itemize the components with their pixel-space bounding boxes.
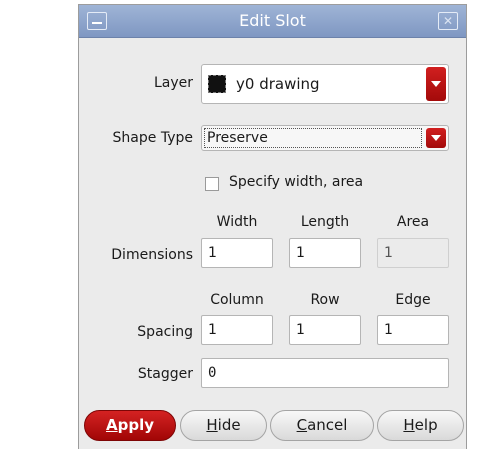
title-bar[interactable]: Edit Slot ✕ — [79, 5, 466, 38]
window-title: Edit Slot — [239, 11, 306, 30]
row-spacing-input[interactable]: 1 — [289, 315, 361, 345]
chevron-down-icon[interactable] — [426, 128, 446, 148]
edge-header: Edge — [395, 292, 431, 308]
apply-label: pply — [117, 416, 154, 434]
dimensions-label: Dimensions — [111, 247, 193, 263]
dialog-body: Layer y0 drawing Shape Type Preserve Spe… — [79, 38, 466, 449]
column-spacing-input[interactable]: 1 — [201, 315, 273, 345]
shape-type-label: Shape Type — [112, 130, 193, 146]
edge-spacing-input[interactable]: 1 — [377, 315, 449, 345]
help-button[interactable]: Help — [377, 410, 464, 441]
area-input: 1 — [377, 238, 449, 268]
layer-select-value: y0 drawing — [236, 75, 320, 93]
close-icon[interactable]: ✕ — [438, 12, 458, 30]
apply-button[interactable]: Apply — [84, 410, 176, 441]
width-header: Width — [216, 214, 258, 230]
stagger-input[interactable]: 0 — [201, 358, 449, 388]
shape-type-select[interactable]: Preserve — [201, 125, 449, 151]
area-header: Area — [396, 214, 430, 230]
shape-type-value: Preserve — [204, 128, 422, 148]
hide-label: ide — [217, 416, 241, 434]
specify-width-area-label[interactable]: Specify width, area — [229, 174, 363, 190]
help-mnemonic: H — [403, 416, 415, 434]
width-input[interactable]: 1 — [201, 238, 273, 268]
spacing-label: Spacing — [137, 324, 193, 340]
help-label: elp — [414, 416, 438, 434]
hide-button[interactable]: Hide — [180, 410, 267, 441]
cancel-mnemonic: C — [296, 416, 308, 434]
length-input[interactable]: 1 — [289, 238, 361, 268]
hide-mnemonic: H — [206, 416, 218, 434]
stagger-label: Stagger — [137, 366, 193, 382]
layer-swatch-icon — [208, 75, 226, 93]
edit-slot-dialog: Edit Slot ✕ Layer y0 drawing Shape Type … — [78, 4, 467, 449]
apply-mnemonic: A — [105, 416, 118, 434]
cancel-label: ancel — [307, 416, 348, 434]
chevron-down-icon[interactable] — [426, 67, 446, 101]
cancel-button[interactable]: Cancel — [270, 410, 374, 441]
layer-select[interactable]: y0 drawing — [201, 64, 449, 104]
layer-label: Layer — [153, 75, 193, 91]
specify-width-area-checkbox[interactable] — [205, 177, 219, 191]
column-header: Column — [210, 292, 264, 308]
length-header: Length — [300, 214, 350, 230]
row-header: Row — [310, 292, 340, 308]
